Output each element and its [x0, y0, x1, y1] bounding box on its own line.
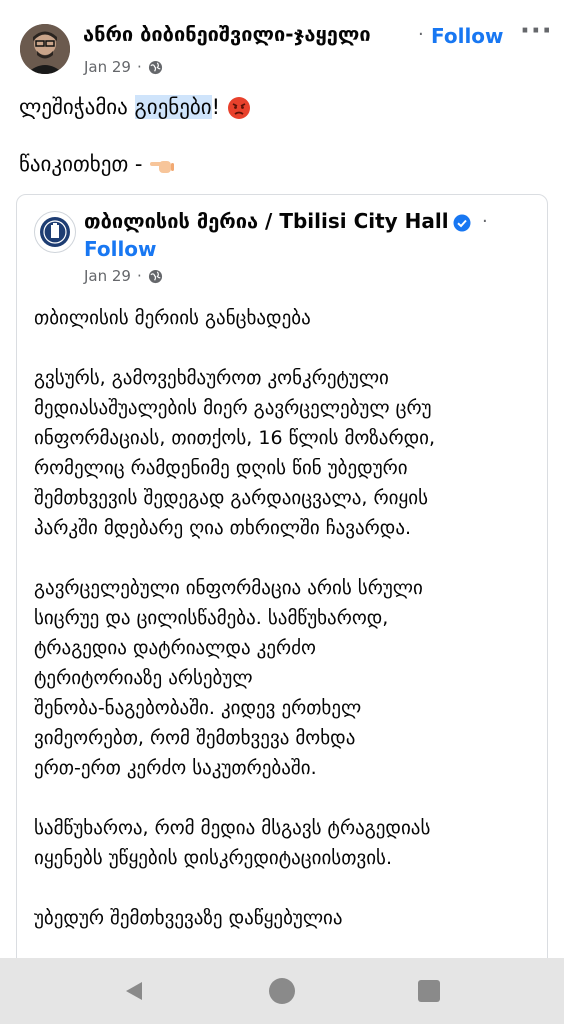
text-line: შენობა-ნაგებობაში. კიდევ ერთხელ: [34, 697, 362, 719]
separator-dot: ·: [136, 58, 142, 76]
post-text-end: !: [211, 95, 227, 119]
separator-dot: ·: [482, 211, 488, 232]
text-line: იყენებს უწყების დისკრედიტაციისთვის.: [34, 847, 392, 869]
text-line: ტერიტორიაზე არსებულ: [34, 667, 253, 689]
city-hall-logo[interactable]: [34, 211, 76, 253]
shared-post-meta: Jan 29 ·: [84, 267, 163, 285]
text-line: ერთ-ერთ კერძო საკუთრებაში.: [34, 757, 317, 779]
paragraph: სამწუხაროა, რომ მედია მსგავს ტრაგედიას ი…: [34, 813, 539, 873]
post-header: ანრი ბიბინეიშვილი-ჯაყელი · Follow ··· Ja…: [0, 0, 564, 90]
text-line: მედიასაშუალების მიერ გავრცელებულ ცრუ: [34, 397, 432, 419]
post-text-start: ლეშიჭამია: [19, 95, 135, 119]
text-line: შემთხვევის შედეგად გარდაიცვალა, რიყის: [34, 487, 428, 509]
text-line: ვიმეორებთ, რომ შემთხვევა მოხდა: [34, 727, 356, 749]
read-prompt: წაიკითხეთ -: [19, 152, 143, 176]
text-line: თბილისის მერიის განცხადება: [34, 307, 311, 329]
highlighted-text: გიენები: [134, 95, 212, 119]
text-line: ინფორმაციას, თითქოს, 16 წლის მოზარდი,: [34, 427, 435, 449]
text-line: პარკში მდებარე ღია თხრილში ჩავარდა.: [34, 517, 412, 539]
author-avatar[interactable]: [20, 24, 70, 74]
recent-apps-icon[interactable]: [418, 980, 440, 1002]
shared-follow-button[interactable]: Follow: [84, 237, 157, 261]
text-line: უბედურ შემთხვევაზე დაწყებულია: [34, 907, 343, 929]
post-meta: Jan 29 ·: [84, 58, 163, 76]
follow-button[interactable]: Follow: [431, 24, 504, 48]
post-date[interactable]: Jan 29: [84, 58, 131, 76]
text-line: ტრაგედია დატრიალდა კერძო: [34, 637, 316, 659]
pointing-hand-emoji: [150, 161, 175, 173]
post-text-line2: წაიკითხეთ -: [19, 150, 175, 179]
author-name[interactable]: ანრი ბიბინეიშვილი-ჯაყელი: [83, 22, 371, 46]
separator-dot: ·: [136, 267, 142, 285]
text-line: რომელიც რამდენიმე დღის წინ უბედური: [34, 457, 408, 479]
shared-post-card[interactable]: თბილისის მერია / Tbilisi City Hall · Fol…: [16, 194, 548, 986]
text-line: გვსურს, გამოვეხმაუროთ კონკრეტული: [34, 367, 389, 389]
verified-badge-icon: [453, 214, 471, 231]
shared-post-body: თბილისის მერიის განცხადება გვსურს, გამოვ…: [34, 303, 539, 963]
home-icon[interactable]: [269, 978, 295, 1004]
shared-author-name[interactable]: თბილისის მერია / Tbilisi City Hall: [84, 209, 471, 233]
globe-icon: [148, 269, 162, 283]
more-options-icon[interactable]: ···: [520, 16, 553, 46]
paragraph: გავრცელებული ინფორმაცია არის სრული სიცრუ…: [34, 573, 539, 783]
statement-title: თბილისის მერიის განცხადება: [34, 303, 539, 333]
text-line: გავრცელებული ინფორმაცია არის სრული: [34, 577, 423, 599]
system-navigation-bar: [0, 958, 564, 1024]
angry-face-emoji: [227, 97, 250, 119]
text-line: სიცრუე და ცილისწამება. სამწუხაროდ,: [34, 607, 389, 629]
separator-dot: ·: [418, 24, 424, 45]
post-text: ლეშიჭამია გიენები!: [19, 93, 549, 122]
globe-icon: [148, 60, 162, 74]
back-icon[interactable]: [122, 979, 146, 1003]
shared-author-text[interactable]: თბილისის მერია / Tbilisi City Hall: [84, 209, 449, 233]
paragraph: უბედურ შემთხვევაზე დაწყებულია: [34, 903, 539, 933]
shared-post-date[interactable]: Jan 29: [84, 267, 131, 285]
paragraph: გვსურს, გამოვეხმაუროთ კონკრეტული მედიასა…: [34, 363, 539, 543]
text-line: სამწუხაროა, რომ მედია მსგავს ტრაგედიას: [34, 817, 431, 839]
